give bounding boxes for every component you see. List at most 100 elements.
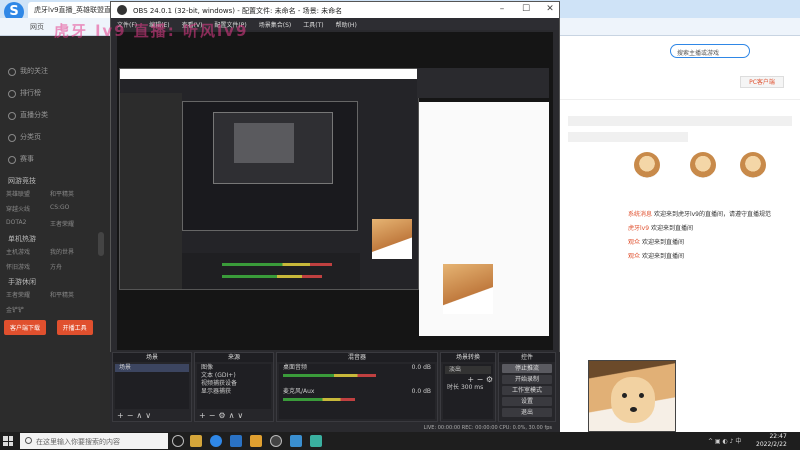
sidebar-link[interactable]: 英雄联盟 <box>6 189 50 198</box>
maximize-icon[interactable]: ☐ <box>515 4 537 14</box>
panel-row <box>568 116 792 126</box>
studio-mode-button[interactable]: 工作室模式 <box>502 386 552 395</box>
menu-scene-collection[interactable]: 场景集合(S) <box>259 20 292 29</box>
windows-taskbar: 在这里输入你要搜索的内容 ^ ▣ ◐ ♪ 中 22:47 2022/2/22 <box>0 432 800 450</box>
sidebar-link[interactable]: 和平精英 <box>50 189 94 198</box>
exit-button[interactable]: 退出 <box>502 408 552 417</box>
transitions-dock-title: 场景转换 <box>441 353 495 362</box>
panel-row <box>568 132 688 142</box>
scenes-toolbar[interactable]: +−∧∨ <box>117 411 154 420</box>
sidebar-link[interactable]: 王者荣耀 <box>50 219 94 228</box>
app-icon[interactable] <box>250 435 262 447</box>
mixer-dock: 混音器 桌面音频 0.0 dB 麦克风/Aux 0.0 dB <box>276 352 438 422</box>
nested-capture-3 <box>213 112 333 184</box>
nested-title-bar <box>120 69 418 79</box>
sidebar-section-title: 网游竞技 <box>8 177 36 185</box>
app-icon[interactable] <box>290 435 302 447</box>
obs-title-text: OBS 24.0.1 (32-bit, windows) - 配置文件: 未命名… <box>133 7 343 15</box>
app-icon[interactable] <box>230 435 242 447</box>
clock-time: 22:47 <box>769 433 787 440</box>
nested-mixer <box>182 253 360 289</box>
controls-dock-title: 控件 <box>499 353 555 362</box>
obs-title-bar[interactable]: OBS 24.0.1 (32-bit, windows) - 配置文件: 未命名… <box>111 2 559 18</box>
pc-client-button[interactable]: PC客户端 <box>740 76 784 88</box>
obs-taskbar-icon[interactable] <box>270 435 282 447</box>
transitions-body: 淡出 + − ⚙ 时长 300 ms <box>443 364 493 419</box>
source-item[interactable]: 图像 <box>197 364 271 372</box>
sidebar-link[interactable]: 穿越火线 <box>6 204 50 213</box>
controls-dock: 控件 停止推流 开始录制 工作室模式 设置 退出 <box>498 352 556 422</box>
streamer-avatar <box>740 152 766 178</box>
sidebar-section-title: 单机热游 <box>8 235 36 243</box>
obs-docks: 场景 场景 +−∧∨ 来源 图像 文本 (GDI+) 视频捕获设备 显示器捕获 … <box>110 352 560 424</box>
scenes-list[interactable]: 场景 <box>115 364 189 409</box>
sidebar-link[interactable]: DOTA2 <box>6 219 50 228</box>
scenes-dock-title: 场景 <box>113 353 191 362</box>
sidebar-link[interactable]: 怀旧游戏 <box>6 262 50 271</box>
site-search-input[interactable]: 搜索主播或游戏 <box>670 44 750 58</box>
start-icon[interactable] <box>3 436 13 446</box>
transitions-dock: 场景转换 淡出 + − ⚙ 时长 300 ms <box>440 352 496 422</box>
nested-meter <box>222 263 332 266</box>
close-icon[interactable]: ✕ <box>539 4 561 14</box>
taskbar-clock[interactable]: 22:47 2022/2/22 <box>756 433 787 449</box>
chat-message: 系统消息 欢迎来到虎牙lv9的直播间，请遵守直播规范 <box>628 211 771 218</box>
clock-date: 2022/2/22 <box>756 441 787 448</box>
start-recording-button[interactable]: 开始录制 <box>502 375 552 384</box>
settings-button[interactable]: 设置 <box>502 397 552 406</box>
sidebar-link-grid: 英雄联盟 和平精英 穿越火线 CS:GO DOTA2 王者荣耀 <box>0 189 100 228</box>
doge-eye <box>622 393 627 398</box>
menu-help[interactable]: 帮助(H) <box>336 20 357 29</box>
sidebar-link[interactable]: 方舟 <box>50 262 94 271</box>
nested-capture-4 <box>234 123 294 163</box>
doge-eye <box>639 393 644 398</box>
nested-meter <box>222 275 322 278</box>
address-text: 网页 <box>30 23 44 31</box>
taskbar-search-input[interactable]: 在这里输入你要搜索的内容 <box>20 433 168 449</box>
broadcast-tool-button[interactable]: 开播工具 <box>56 320 93 335</box>
source-item[interactable]: 显示器捕获 <box>197 388 271 396</box>
sidebar-link[interactable]: 王者荣耀 <box>6 290 50 299</box>
chat-message: 观众 欢迎来到直播间 <box>628 253 684 260</box>
chat-message: 观众 欢迎来到直播间 <box>628 239 684 246</box>
nested-capture-2 <box>182 101 358 231</box>
sidebar-item[interactable]: 分类页 <box>0 126 100 148</box>
obs-logo-icon <box>117 5 127 15</box>
app-icon[interactable] <box>310 435 322 447</box>
sidebar-link[interactable]: 我的世界 <box>50 247 94 256</box>
sidebar-link[interactable]: 金铲铲 <box>6 305 50 314</box>
sidebar-collapse-handle[interactable] <box>98 232 104 256</box>
browser-tab[interactable]: 虎牙lv9直播_英雄联盟直播 <box>28 2 118 18</box>
task-view-icon[interactable] <box>172 435 184 447</box>
sidebar-link[interactable]: 主机游戏 <box>6 247 50 256</box>
sources-list[interactable]: 图像 文本 (GDI+) 视频捕获设备 显示器捕获 <box>197 364 271 409</box>
menu-tools[interactable]: 工具(T) <box>303 20 323 29</box>
transition-duration[interactable]: 时长 300 ms <box>443 384 493 392</box>
obs-preview-canvas[interactable] <box>117 32 553 350</box>
mixer-dock-title: 混音器 <box>277 353 437 362</box>
chat-message: 虎牙lv9 欢迎来到直播间 <box>628 225 693 232</box>
transition-select[interactable]: 淡出 <box>445 366 491 374</box>
scenes-dock: 场景 场景 +−∧∨ <box>112 352 192 422</box>
sidebar-item[interactable]: 我的关注 <box>0 60 100 82</box>
sidebar-link[interactable]: CS:GO <box>50 204 94 213</box>
browser-360-icon[interactable] <box>210 435 222 447</box>
sidebar-link[interactable]: 和平精英 <box>50 290 94 299</box>
source-item[interactable]: 视频捕获设备 <box>197 380 271 388</box>
sidebar-item[interactable]: 排行榜 <box>0 82 100 104</box>
scene-item[interactable]: 场景 <box>115 364 189 372</box>
sidebar-item[interactable]: 赛事 <box>0 148 100 170</box>
chat-panel: 系统消息 欢迎来到虎牙lv9的直播间，请遵守直播规范 虎牙lv9 欢迎来到直播间… <box>628 210 772 340</box>
source-item[interactable]: 文本 (GDI+) <box>197 372 271 380</box>
transition-toolbar[interactable]: + − ⚙ <box>443 376 493 384</box>
sidebar-link-grid: 主机游戏 我的世界 怀旧游戏 方舟 <box>0 247 100 271</box>
sidebar-item[interactable]: 直播分类 <box>0 104 100 126</box>
sources-toolbar[interactable]: +−⚙∧∨ <box>199 411 246 420</box>
minimize-icon[interactable]: – <box>491 4 513 14</box>
file-explorer-icon[interactable] <box>190 435 202 447</box>
desktop-audio-meter <box>283 374 376 377</box>
download-client-button[interactable]: 客户端下载 <box>4 320 47 335</box>
site-sidebar: 我的关注 排行榜 直播分类 分类页 赛事 网游竞技 英雄联盟 和平精英 穿越火线… <box>0 60 100 432</box>
stop-streaming-button[interactable]: 停止推流 <box>502 364 552 373</box>
system-tray[interactable]: ^ ▣ ◐ ♪ 中 <box>708 436 741 445</box>
